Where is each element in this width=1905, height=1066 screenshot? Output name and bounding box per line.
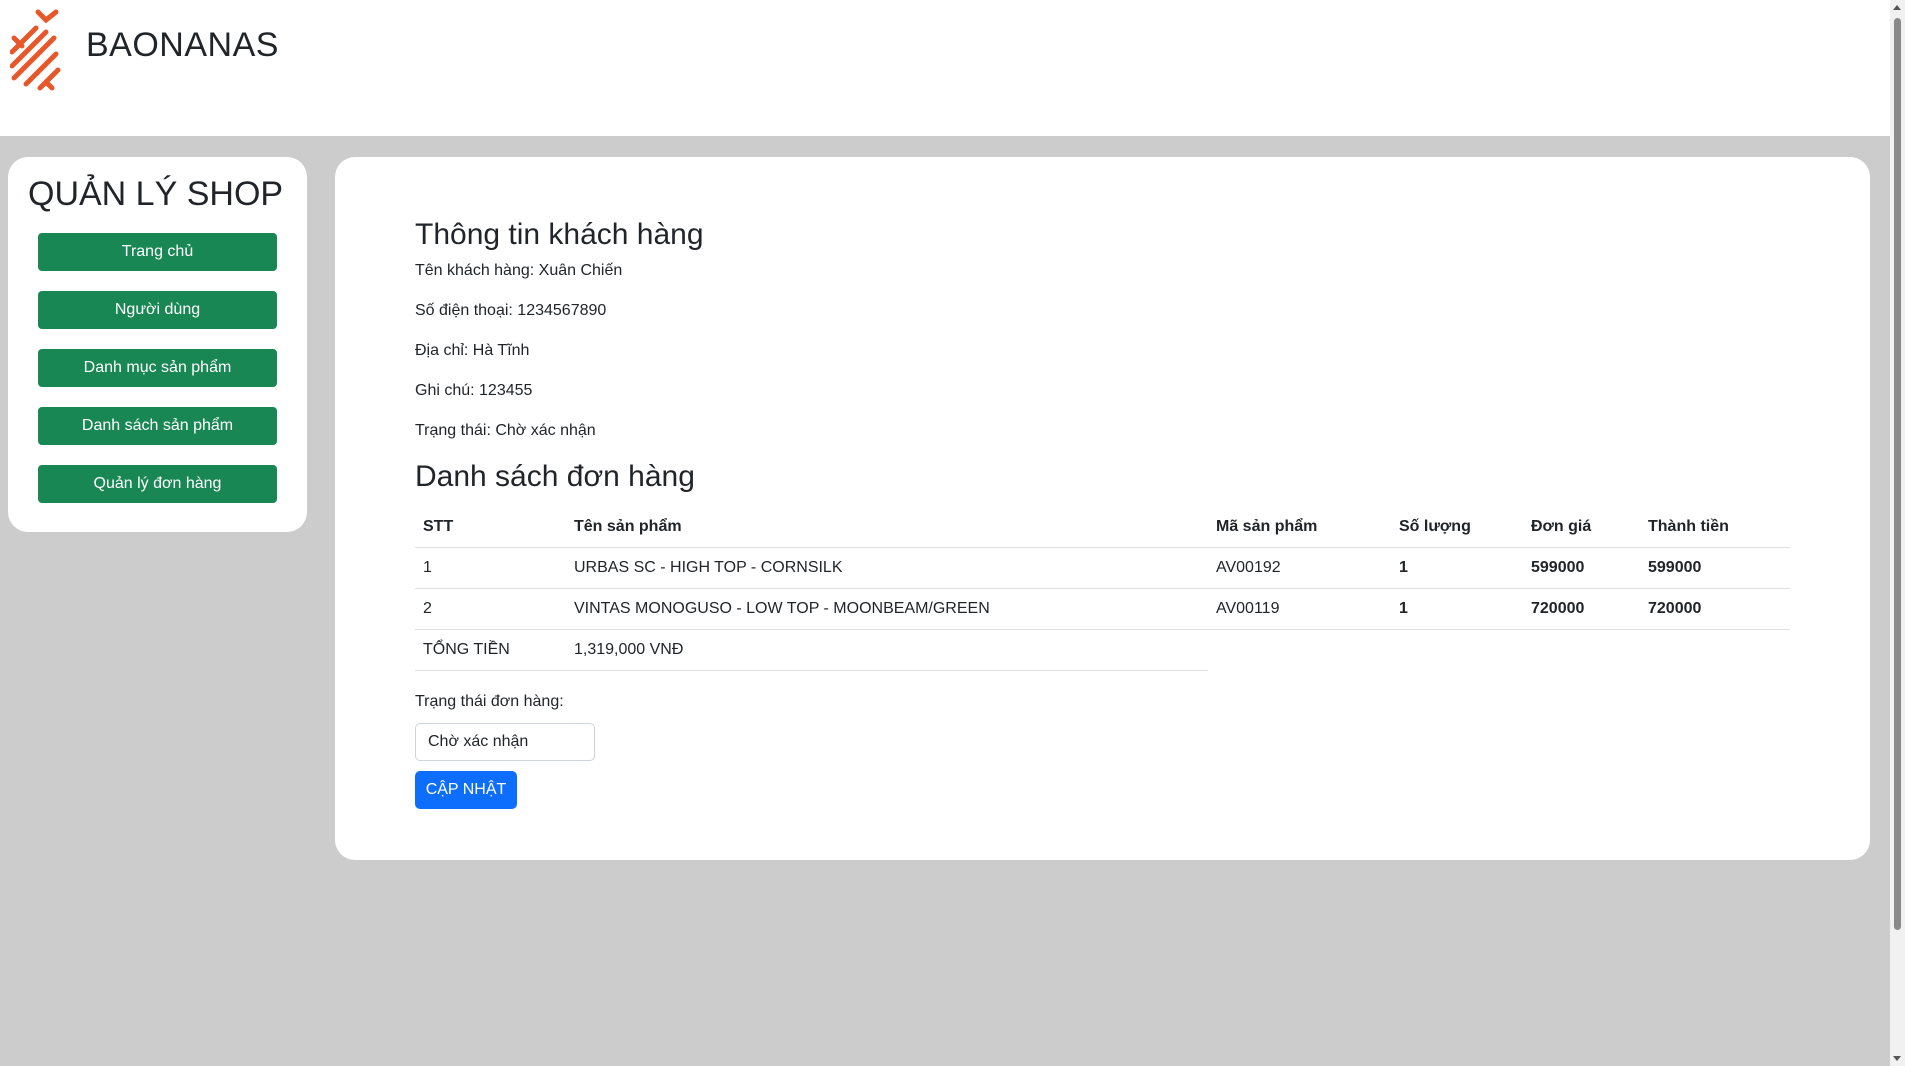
- top-header: BAONANAS: [0, 0, 1890, 136]
- scroll-down-arrow-icon[interactable]: [1893, 1056, 1901, 1061]
- cell-unit-price: 599000: [1523, 547, 1640, 589]
- total-row: TỔNG TIỀN 1,319,000 VNĐ: [415, 629, 1790, 671]
- cell-unit-price: 720000: [1523, 588, 1640, 630]
- customer-note: Ghi chú: 123455: [415, 382, 533, 399]
- nav-quan-ly-don-hang-button[interactable]: Quản lý đơn hàng: [38, 465, 277, 503]
- page-scrollbar[interactable]: [1890, 0, 1905, 1066]
- scrollbar-thumb[interactable]: [1894, 18, 1901, 930]
- customer-address: Địa chỉ: Hà Tĩnh: [415, 342, 530, 359]
- order-status-select-value: Chờ xác nhận: [428, 732, 529, 750]
- column-header-line-total: Thành tiền: [1640, 507, 1790, 548]
- nav-danh-sach-san-pham-button[interactable]: Danh sách sản phẩm: [38, 407, 277, 445]
- customer-info-heading: Thông tin khách hàng: [415, 218, 704, 251]
- table-row: 2 VINTAS MONOGUSO - LOW TOP - MOONBEAM/G…: [415, 588, 1790, 630]
- column-header-product-code: Mã sản phẩm: [1208, 507, 1391, 548]
- cell-product-code: AV00192: [1208, 547, 1391, 589]
- customer-name: Tên khách hàng: Xuân Chiến: [415, 262, 623, 279]
- total-value: 1,319,000 VNĐ: [566, 629, 1208, 671]
- cell-line-total: 720000: [1640, 588, 1790, 630]
- scroll-up-arrow-icon[interactable]: [1893, 5, 1901, 10]
- column-header-stt: STT: [415, 507, 566, 548]
- order-list-heading: Danh sách đơn hàng: [415, 460, 695, 493]
- cell-product-name: VINTAS MONOGUSO - LOW TOP - MOONBEAM/GRE…: [566, 588, 1208, 630]
- order-status-label: Trạng thái đơn hàng:: [415, 692, 564, 710]
- table-header-row: STT Tên sản phẩm Mã sản phẩm Số lượng Đơ…: [415, 507, 1790, 548]
- baonanas-logo-icon: [10, 9, 61, 91]
- cell-line-total: 599000: [1640, 547, 1790, 589]
- nav-nguoi-dung-button[interactable]: Người dùng: [38, 291, 277, 329]
- cell-quantity: 1: [1391, 547, 1523, 589]
- main-panel: Thông tin khách hàng Tên khách hàng: Xuâ…: [335, 157, 1870, 860]
- customer-status: Trạng thái: Chờ xác nhận: [415, 422, 596, 439]
- customer-phone: Số điện thoại: 1234567890: [415, 302, 607, 319]
- table-row: 1 URBAS SC - HIGH TOP - CORNSILK AV00192…: [415, 547, 1790, 589]
- cell-product-name: URBAS SC - HIGH TOP - CORNSILK: [566, 547, 1208, 589]
- column-header-quantity: Số lượng: [1391, 507, 1523, 548]
- cell-quantity: 1: [1391, 588, 1523, 630]
- nav-trang-chu-button[interactable]: Trang chủ: [38, 233, 277, 271]
- sidebar-title: QUẢN LÝ SHOP: [28, 175, 284, 213]
- order-table: STT Tên sản phẩm Mã sản phẩm Số lượng Đơ…: [415, 507, 1790, 671]
- sidebar: QUẢN LÝ SHOP Trang chủ Người dùng Danh m…: [8, 157, 307, 532]
- order-detail: Thông tin khách hàng Tên khách hàng: Xuâ…: [415, 217, 1790, 809]
- brand-name: BAONANAS: [86, 26, 279, 64]
- order-status-select[interactable]: Chờ xác nhận: [415, 722, 595, 761]
- column-header-product-name: Tên sản phẩm: [566, 507, 1208, 548]
- column-header-unit-price: Đơn giá: [1523, 507, 1640, 548]
- cell-stt: 1: [415, 547, 566, 589]
- update-button[interactable]: CẬP NHẬT: [415, 770, 517, 809]
- nav-danh-muc-san-pham-button[interactable]: Danh mục sản phẩm: [38, 349, 277, 387]
- total-label: TỔNG TIỀN: [415, 629, 566, 671]
- cell-stt: 2: [415, 588, 566, 630]
- cell-product-code: AV00119: [1208, 588, 1391, 630]
